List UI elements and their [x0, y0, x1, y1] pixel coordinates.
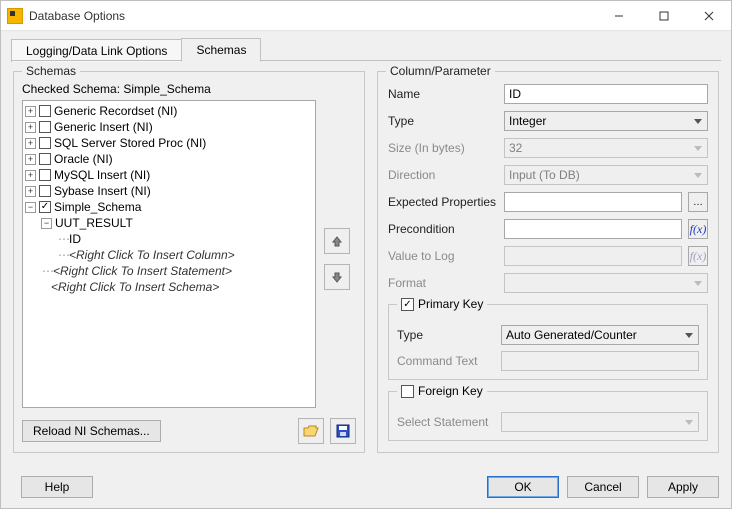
expand-icon[interactable]: +: [25, 154, 36, 165]
minimize-icon: [614, 11, 624, 21]
primary-key-checkbox[interactable]: ✓: [401, 298, 414, 311]
collapse-icon[interactable]: −: [41, 218, 52, 229]
foreign-key-group: Foreign Key Select Statement: [388, 391, 708, 441]
expected-field[interactable]: [504, 192, 682, 212]
close-icon: [704, 11, 714, 21]
size-combo: 32: [504, 138, 708, 158]
checkbox[interactable]: [39, 121, 51, 133]
valuelog-label: Value to Log: [388, 249, 498, 263]
move-up-button[interactable]: [324, 228, 350, 254]
checkbox[interactable]: [39, 169, 51, 181]
checkbox[interactable]: [39, 185, 51, 197]
button-bar: Help OK Cancel Apply: [1, 470, 731, 508]
precondition-field[interactable]: [504, 219, 682, 239]
direction-combo: Input (To DB): [504, 165, 708, 185]
expand-icon[interactable]: +: [25, 170, 36, 181]
expand-icon[interactable]: +: [25, 186, 36, 197]
pk-cmd-label: Command Text: [397, 354, 495, 368]
apply-button[interactable]: Apply: [647, 476, 719, 498]
tab-strip: Logging/Data Link Options Schemas: [1, 31, 731, 61]
format-label: Format: [388, 276, 498, 290]
tree-item: +Generic Insert (NI): [25, 119, 313, 135]
pk-cmd-field: [501, 351, 699, 371]
tree-item: +Oracle (NI): [25, 151, 313, 167]
chevron-down-icon: [691, 277, 704, 290]
name-field[interactable]: [504, 84, 708, 104]
expand-icon[interactable]: +: [25, 122, 36, 133]
primary-key-label: Primary Key: [418, 297, 483, 311]
folder-open-icon: [303, 424, 319, 438]
ok-button[interactable]: OK: [487, 476, 559, 498]
save-icon: [336, 424, 350, 438]
foreign-key-checkbox[interactable]: [401, 385, 414, 398]
direction-label: Direction: [388, 168, 498, 182]
collapse-icon[interactable]: −: [25, 202, 36, 213]
titlebar: Database Options: [1, 1, 731, 31]
tree-item-id: ⋯ID: [25, 231, 313, 247]
fk-select-label: Select Statement: [397, 415, 495, 429]
maximize-icon: [659, 11, 669, 21]
fx-icon: f(x): [690, 249, 707, 264]
chevron-down-icon: [691, 169, 704, 182]
primary-key-group: ✓ Primary Key Type Auto Generated/Counte…: [388, 304, 708, 380]
tree-insert-column: ⋯<Right Click To Insert Column>: [25, 247, 313, 263]
tree-item-uut-result: −UUT_RESULT: [25, 215, 313, 231]
chevron-down-icon: [682, 416, 695, 429]
expand-icon[interactable]: +: [25, 106, 36, 117]
expected-label: Expected Properties: [388, 195, 498, 209]
app-icon: [7, 8, 23, 24]
type-label: Type: [388, 114, 498, 128]
arrow-up-icon: [330, 234, 344, 248]
tree-insert-schema: <Right Click To Insert Schema>: [25, 279, 313, 295]
window-title: Database Options: [29, 9, 596, 23]
arrow-down-icon: [330, 270, 344, 284]
schemas-legend: Schemas: [22, 64, 80, 78]
expand-icon[interactable]: +: [25, 138, 36, 149]
pk-type-combo[interactable]: Auto Generated/Counter: [501, 325, 699, 345]
tree-insert-statement: ⋯<Right Click To Insert Statement>: [25, 263, 313, 279]
type-combo[interactable]: Integer: [504, 111, 708, 131]
tab-logging[interactable]: Logging/Data Link Options: [11, 39, 182, 62]
fx-icon: f(x): [690, 222, 707, 237]
foreign-key-label: Foreign Key: [418, 384, 483, 398]
precondition-label: Precondition: [388, 222, 498, 236]
format-combo: [504, 273, 708, 293]
chevron-down-icon: [691, 115, 704, 128]
column-legend: Column/Parameter: [386, 64, 495, 78]
column-parameter-groupbox: Column/Parameter Name Type Integer: [377, 71, 719, 453]
tree-item: +MySQL Insert (NI): [25, 167, 313, 183]
checkbox[interactable]: [39, 153, 51, 165]
schemas-groupbox: Schemas Checked Schema: Simple_Schema +G…: [13, 71, 365, 453]
chevron-down-icon: [682, 329, 695, 342]
checkbox[interactable]: [39, 105, 51, 117]
valuelog-field: [504, 246, 682, 266]
close-button[interactable]: [686, 2, 731, 30]
pk-type-label: Type: [397, 328, 495, 342]
precondition-fx-button[interactable]: f(x): [688, 219, 708, 239]
minimize-button[interactable]: [596, 2, 641, 30]
maximize-button[interactable]: [641, 2, 686, 30]
expected-browse-button[interactable]: …: [688, 192, 708, 212]
window: Database Options Logging/Data Link Optio…: [0, 0, 732, 509]
size-label: Size (In bytes): [388, 141, 498, 155]
tree-item-simple-schema: −✓Simple_Schema: [25, 199, 313, 215]
ellipsis-icon: …: [693, 197, 703, 208]
reload-schemas-button[interactable]: Reload NI Schemas...: [22, 420, 161, 442]
valuelog-fx-button: f(x): [688, 246, 708, 266]
help-button[interactable]: Help: [21, 476, 93, 498]
move-down-button[interactable]: [324, 264, 350, 290]
checkbox-checked[interactable]: ✓: [39, 201, 51, 213]
chevron-down-icon: [691, 142, 704, 155]
name-label: Name: [388, 87, 498, 101]
open-button[interactable]: [298, 418, 324, 444]
schema-tree[interactable]: +Generic Recordset (NI) +Generic Insert …: [22, 100, 316, 408]
tree-item: +Sybase Insert (NI): [25, 183, 313, 199]
tab-schemas[interactable]: Schemas: [181, 38, 261, 62]
cancel-button[interactable]: Cancel: [567, 476, 639, 498]
tree-item: +Generic Recordset (NI): [25, 103, 313, 119]
save-button[interactable]: [330, 418, 356, 444]
fk-select-combo: [501, 412, 699, 432]
checkbox[interactable]: [39, 137, 51, 149]
tree-item: +SQL Server Stored Proc (NI): [25, 135, 313, 151]
